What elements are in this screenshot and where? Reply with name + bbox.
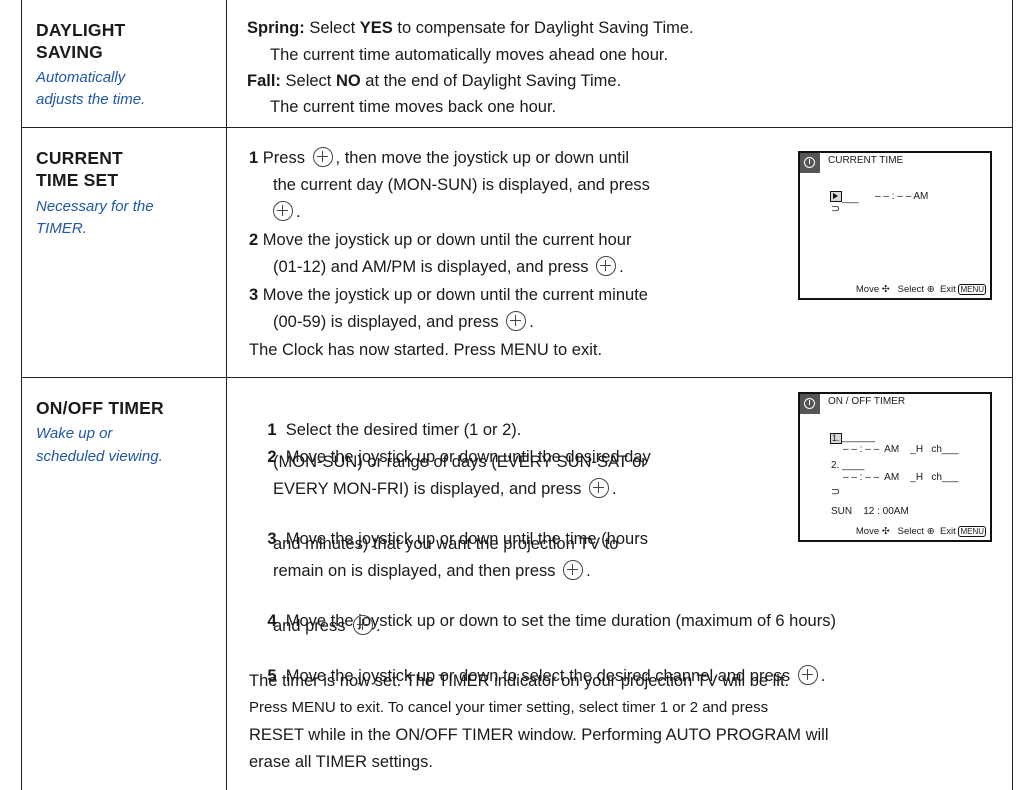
onoff-subtitle-2: scheduled viewing. (36, 448, 163, 465)
daylight-subtitle-1: Automatically (36, 69, 126, 86)
ct-step-1-line3: . (270, 201, 301, 223)
menu-button-icon: MENU (958, 526, 986, 537)
timer-step-2-line3: EVERY MON-FRI) is displayed, and press . (273, 478, 617, 498)
select-button-icon (353, 615, 374, 635)
select-button-icon (596, 256, 617, 276)
osd-clock: SUN 12 : 00AM (831, 506, 909, 517)
timer-step-4-line2: and press . (273, 615, 381, 635)
select-button-icon (563, 560, 584, 580)
timer-final-3: RESET while in the ON/OFF TIMER window. … (249, 726, 829, 744)
current-time-osd: CURRENT TIME ___ – – : – – AM ⊃ Move ✣ S… (798, 151, 992, 300)
ct-step-1: 1 Press , then move the joystick up or d… (249, 147, 630, 167)
menu-button-icon: MENU (958, 284, 986, 295)
select-button-icon (589, 478, 610, 498)
ct-step-2: 2 Move the joystick up or down until the… (249, 231, 632, 249)
current-time-title-1: CURRENT (36, 148, 123, 168)
ct-step-3: 3 Move the joystick up or down until the… (249, 286, 648, 304)
joystick-icon: ✣ (881, 526, 890, 537)
daylight-subtitle-2: adjusts the time. (36, 91, 146, 108)
osd-footer: Move ✣ Select ⊕ Exit MENU (855, 284, 986, 295)
select-button-icon (273, 201, 293, 221)
timer-final-4: erase all TIMER settings. (249, 753, 434, 771)
osd-timer-1-time: – – : – – AM _H ch___ (843, 444, 959, 455)
fall-detail: The current time moves back one hour. (270, 98, 557, 116)
spring-instruction: Spring: Select YES to compensate for Day… (247, 19, 694, 37)
osd-title: CURRENT TIME (828, 155, 904, 166)
fall-instruction: Fall: Select NO at the end of Daylight S… (247, 72, 622, 90)
osd-timer-1: 1. ______ (830, 432, 875, 444)
daylight-title-1: DAYLIGHT (36, 20, 126, 40)
osd-title: ON / OFF TIMER (828, 396, 906, 407)
table-right-border (1012, 0, 1013, 790)
timer-final-1: The timer is now set. The TIMER indicato… (249, 672, 790, 690)
ct-step-2-line2: (01-12) and AM/PM is displayed, and pres… (273, 256, 624, 276)
select-button-icon (312, 147, 333, 167)
current-time-title-2: TIME SET (36, 170, 119, 190)
return-icon: ⊃ (831, 486, 841, 498)
row-divider (21, 377, 1013, 378)
onoff-subtitle-1: Wake up or (36, 425, 113, 442)
current-time-subtitle-1: Necessary for the (36, 198, 154, 215)
instruction-table: DAYLIGHT SAVING Automatically adjusts th… (21, 0, 1013, 790)
onoff-title: ON/OFF TIMER (36, 398, 164, 418)
timer-1-selector: 1. (830, 433, 842, 444)
select-small-icon: ⊕ (926, 526, 935, 537)
osd-timer-2-time: – – : – – AM _H ch___ (843, 472, 959, 483)
select-button-icon (797, 665, 818, 685)
ct-step-1-line2: the current day (MON-SUN) is displayed, … (273, 176, 650, 194)
select-small-icon: ⊕ (926, 284, 935, 295)
current-time-subtitle-2: TIMER. (36, 220, 87, 237)
spring-detail: The current time automatically moves ahe… (270, 46, 669, 64)
clock-icon (800, 394, 820, 414)
timer-step-2-line2: (MON-SUN) or range of days (EVERY SUN-SA… (273, 453, 647, 471)
daylight-title-2: SAVING (36, 42, 103, 62)
table-left-border (21, 0, 22, 790)
row-divider (21, 127, 1013, 128)
onoff-timer-osd: ON / OFF TIMER 1. ______ – – : – – AM _H … (798, 392, 992, 542)
osd-footer: Move ✣ Select ⊕ Exit MENU (855, 526, 986, 537)
clock-icon (800, 153, 820, 173)
cursor-icon (830, 191, 842, 202)
select-button-icon (506, 311, 527, 331)
osd-time-field: – – : – – AM (875, 191, 929, 202)
timer-final-2: Press MENU to exit. To cancel your timer… (249, 699, 769, 716)
return-icon: ⊃ (831, 203, 841, 215)
timer-step-3-line2: and minutes) that you want the projectio… (273, 535, 619, 553)
joystick-icon: ✣ (881, 284, 890, 295)
ct-step-3-line2: (00-59) is displayed, and press . (273, 311, 534, 331)
timer-step-3-line3: remain on is displayed, and then press . (273, 560, 591, 580)
ct-final: The Clock has now started. Press MENU to… (249, 341, 603, 359)
column-divider (226, 0, 227, 790)
osd-timer-2: 2. ____ (831, 460, 865, 471)
